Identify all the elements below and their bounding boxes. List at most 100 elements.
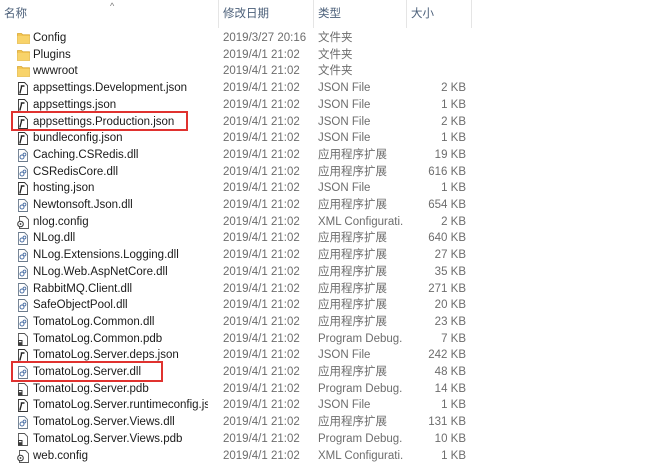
- file-size: 654 KB: [428, 199, 466, 211]
- file-modified-date: 2019/4/1 21:02: [223, 449, 300, 462]
- file-row[interactable]: bundleconfig.json 2019/4/1 21:02 JSON File…: [0, 130, 650, 147]
- file-size: 1 KB: [441, 449, 466, 462]
- file-modified-date: 2019/4/1 21:02: [223, 249, 300, 262]
- file-row[interactable]: TomatoLog.Server.runtimeconfig.json 2019/…: [0, 397, 650, 414]
- file-modified-date: 2019/4/1 21:02: [223, 332, 300, 345]
- json-file-icon: [17, 349, 29, 363]
- file-row[interactable]: NLog.Extensions.Logging.dll 2019/4/1 21:0…: [0, 247, 650, 264]
- file-modified-date: 2019/4/1 21:02: [223, 182, 300, 195]
- dll-file-icon: [17, 366, 29, 379]
- file-row[interactable]: appsettings.Production.json 2019/4/1 21:0…: [0, 114, 650, 131]
- file-type: JSON File: [318, 399, 371, 412]
- column-header-date[interactable]: 修改日期: [219, 0, 313, 28]
- file-row[interactable]: TomatoLog.Common.dll 2019/4/1 21:02 应用程序扩展…: [0, 314, 650, 331]
- file-type: 文件夹: [318, 48, 353, 61]
- file-type: 应用程序扩展: [318, 282, 387, 295]
- file-type: XML Configurati...: [318, 215, 403, 228]
- file-type: 文件夹: [318, 65, 353, 78]
- file-type: 应用程序扩展: [318, 249, 387, 262]
- pdb-file-icon: [17, 332, 29, 346]
- column-divider[interactable]: [471, 0, 472, 28]
- file-name: TomatoLog.Common.pdb: [33, 332, 163, 345]
- file-modified-date: 2019/4/1 21:02: [223, 199, 300, 211]
- file-row[interactable]: NLog.dll 2019/4/1 21:02 应用程序扩展 640 KB: [0, 230, 650, 247]
- column-header-type[interactable]: 类型: [314, 0, 406, 28]
- file-row[interactable]: appsettings.json 2019/4/1 21:02 JSON File 1…: [0, 97, 650, 114]
- file-name: appsettings.json: [33, 98, 117, 111]
- file-row[interactable]: web.config 2019/4/1 21:02 XML Configurati.…: [0, 448, 650, 465]
- file-name: TomatoLog.Server.Views.dll: [33, 416, 175, 429]
- file-row[interactable]: nlog.config 2019/4/1 21:02 XML Configurati…: [0, 214, 650, 231]
- json-file-icon: [17, 399, 29, 413]
- dll-file-icon: [17, 299, 29, 313]
- file-type: JSON File: [318, 182, 371, 195]
- file-row[interactable]: wwwroot 2019/4/1 21:02 文件夹: [0, 63, 650, 80]
- file-modified-date: 2019/4/1 21:02: [223, 132, 300, 145]
- dll-file-icon: [17, 199, 29, 212]
- file-size: 7 KB: [441, 332, 466, 345]
- file-type: 应用程序扩展: [318, 416, 387, 429]
- file-size: [400, 63, 466, 80]
- file-type: 应用程序扩展: [318, 165, 387, 178]
- file-row[interactable]: hosting.json 2019/4/1 21:02 JSON File 1 KB: [0, 180, 650, 197]
- file-type: JSON File: [318, 115, 371, 128]
- dll-file-icon: [17, 282, 29, 296]
- file-size: 23 KB: [434, 315, 466, 328]
- file-type: 应用程序扩展: [318, 232, 387, 245]
- pdb-file-icon: [17, 382, 29, 396]
- file-modified-date: 2019/4/1 21:02: [223, 265, 300, 278]
- dll-file-icon: [17, 232, 29, 246]
- dll-file-icon: [17, 249, 29, 263]
- file-row[interactable]: TomatoLog.Server.Views.pdb 2019/4/1 21:02…: [0, 431, 650, 448]
- dll-file-icon: [17, 315, 29, 329]
- file-row[interactable]: CSRedisCore.dll 2019/4/1 21:02 应用程序扩展 616 K…: [0, 164, 650, 181]
- column-header-date-label: 修改日期: [223, 8, 269, 20]
- dll-file-icon: [17, 148, 29, 162]
- file-row[interactable]: TomatoLog.Server.Views.dll 2019/4/1 21:02…: [0, 414, 650, 431]
- file-name: TomatoLog.Server.dll: [33, 366, 142, 378]
- file-size: [400, 30, 466, 47]
- file-row[interactable]: SafeObjectPool.dll 2019/4/1 21:02 应用程序扩展 20…: [0, 297, 650, 314]
- file-modified-date: 2019/4/1 21:02: [223, 299, 300, 312]
- file-name: NLog.Web.AspNetCore.dll: [33, 265, 168, 278]
- file-modified-date: 2019/4/1 21:02: [223, 382, 300, 395]
- file-row[interactable]: TomatoLog.Server.dll 2019/4/1 21:02 应用程序扩展…: [0, 364, 650, 381]
- file-row[interactable]: Config 2019/3/27 20:16 文件夹: [0, 30, 650, 47]
- json-file-icon: [17, 82, 29, 96]
- json-file-icon: [17, 115, 29, 129]
- file-size: 1 KB: [441, 182, 466, 195]
- file-name: CSRedisCore.dll: [33, 165, 119, 178]
- config-file-icon: [17, 449, 29, 463]
- file-row[interactable]: NLog.Web.AspNetCore.dll 2019/4/1 21:02 应用程…: [0, 264, 650, 281]
- json-file-icon: [17, 132, 29, 146]
- file-modified-date: 2019/4/1 21:02: [223, 432, 300, 445]
- column-header-name[interactable]: 名称: [0, 0, 218, 28]
- file-row[interactable]: Caching.CSRedis.dll 2019/4/1 21:02 应用程序扩展 1…: [0, 147, 650, 164]
- file-row[interactable]: Plugins 2019/4/1 21:02 文件夹: [0, 47, 650, 64]
- file-name: TomatoLog.Server.pdb: [33, 382, 149, 395]
- file-type: 文件夹: [318, 32, 353, 44]
- file-modified-date: 2019/4/1 21:02: [223, 65, 300, 78]
- file-row[interactable]: TomatoLog.Server.pdb 2019/4/1 21:02 Progra…: [0, 381, 650, 398]
- file-modified-date: 2019/4/1 21:02: [223, 115, 300, 128]
- file-type: Program Debug...: [318, 382, 403, 395]
- file-row[interactable]: appsettings.Development.json 2019/4/1 21:…: [0, 80, 650, 97]
- file-name: SafeObjectPool.dll: [33, 299, 128, 312]
- file-row[interactable]: RabbitMQ.Client.dll 2019/4/1 21:02 应用程序扩展 2…: [0, 281, 650, 298]
- file-row[interactable]: TomatoLog.Server.deps.json 2019/4/1 21:02…: [0, 347, 650, 364]
- file-modified-date: 2019/4/1 21:02: [223, 282, 300, 295]
- file-type: 应用程序扩展: [318, 199, 387, 211]
- file-name: Newtonsoft.Json.dll: [33, 199, 133, 211]
- file-modified-date: 2019/4/1 21:02: [223, 165, 300, 178]
- file-row[interactable]: Newtonsoft.Json.dll 2019/4/1 21:02 应用程序扩展 6…: [0, 197, 650, 214]
- file-modified-date: 2019/4/1 21:02: [223, 82, 300, 95]
- file-size: 19 KB: [434, 148, 466, 161]
- file-row[interactable]: TomatoLog.Common.pdb 2019/4/1 21:02 Progra…: [0, 331, 650, 348]
- file-size: 131 KB: [428, 416, 466, 429]
- file-name: nlog.config: [33, 215, 89, 228]
- file-size: 2 KB: [441, 215, 466, 228]
- column-header-size[interactable]: 大小: [407, 0, 471, 28]
- file-type: JSON File: [318, 349, 371, 362]
- file-type: XML Configurati...: [318, 449, 403, 462]
- file-modified-date: 2019/4/1 21:02: [223, 232, 300, 245]
